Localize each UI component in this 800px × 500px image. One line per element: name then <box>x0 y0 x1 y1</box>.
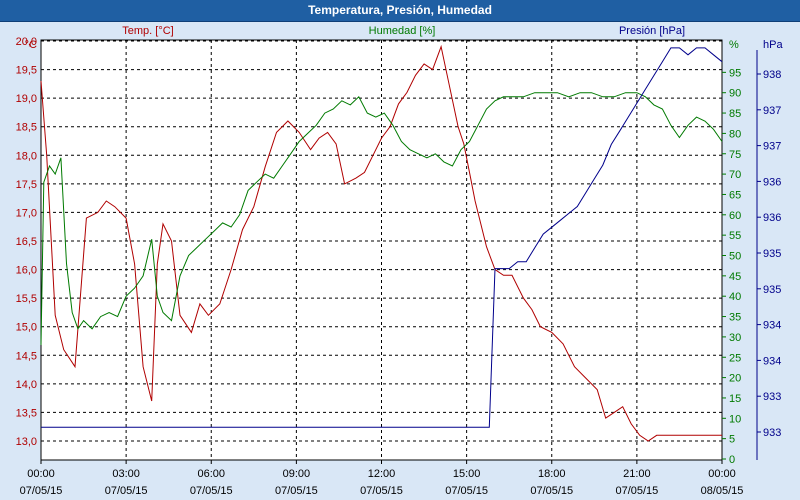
pressure-tick-label: 937 <box>763 141 781 153</box>
x-tick-label-date: 08/05/15 <box>701 485 744 497</box>
pressure-tick-label: 934 <box>763 320 781 332</box>
humidity-tick-label: 70 <box>729 169 741 181</box>
x-tick-label-time: 06:00 <box>197 468 225 480</box>
x-tick-label-time: 00:00 <box>27 468 55 480</box>
x-tick-label-date: 07/05/15 <box>530 485 573 497</box>
humidity-tick-label: 95 <box>729 67 741 79</box>
humidity-tick-label: 85 <box>729 108 741 120</box>
humidity-tick-label: 40 <box>729 291 741 303</box>
temperature-unit-label: °C <box>25 39 37 51</box>
pressure-tick-label: 936 <box>763 212 781 224</box>
temperature-tick-label: 19,5 <box>16 65 37 77</box>
x-tick-label-date: 07/05/15 <box>360 485 403 497</box>
temperature-tick-label: 18,5 <box>16 122 37 134</box>
temperature-tick-label: 13,5 <box>16 407 37 419</box>
pressure-unit-label: hPa <box>763 39 783 51</box>
temperature-axis-label: Temp. [°C] <box>122 25 173 37</box>
humidity-tick-label: 25 <box>729 352 741 364</box>
humidity-tick-label: 45 <box>729 271 741 283</box>
pressure-tick-label: 935 <box>763 284 781 296</box>
x-tick-label-date: 07/05/15 <box>190 485 233 497</box>
humidity-tick-label: 60 <box>729 210 741 222</box>
x-tick-label-time: 15:00 <box>453 468 481 480</box>
humidity-tick-label: 75 <box>729 149 741 161</box>
temperature-tick-label: 15,0 <box>16 322 37 334</box>
temperature-tick-label: 15,5 <box>16 293 37 305</box>
x-tick-label-date: 07/05/15 <box>445 485 488 497</box>
pressure-tick-label: 938 <box>763 69 781 81</box>
x-tick-label-time: 03:00 <box>112 468 140 480</box>
humidity-tick-label: 20 <box>729 373 741 385</box>
humidity-tick-label: 5 <box>729 434 735 446</box>
humidity-axis-label: Humedad [%] <box>369 25 436 37</box>
pressure-axis-label: Presión [hPa] <box>619 25 685 37</box>
humidity-tick-label: 35 <box>729 312 741 324</box>
humidity-tick-label: 80 <box>729 128 741 140</box>
pressure-tick-label: 935 <box>763 248 781 260</box>
pressure-tick-label: 936 <box>763 176 781 188</box>
temperature-tick-label: 14,5 <box>16 350 37 362</box>
humidity-tick-label: 65 <box>729 189 741 201</box>
temperature-tick-label: 19,0 <box>16 93 37 105</box>
x-tick-label-time: 18:00 <box>538 468 566 480</box>
x-tick-label-time: 00:00 <box>708 468 736 480</box>
pressure-tick-label: 934 <box>763 355 781 367</box>
weather-chart: 00:00 07/05/15 03:00 07/05/15 06:00 07/05/15 0… <box>16 25 784 497</box>
humidity-tick-label: 90 <box>729 88 741 100</box>
temperature-tick-label: 13,0 <box>16 436 37 448</box>
humidity-tick-label: 30 <box>729 332 741 344</box>
temperature-tick-label: 16,5 <box>16 236 37 248</box>
x-tick-label-date: 07/05/15 <box>275 485 318 497</box>
x-tick-label-time: 09:00 <box>283 468 311 480</box>
temperature-tick-label: 17,5 <box>16 179 37 191</box>
chart-window: Temperatura, Presión, Humedad 00:00 07/05… <box>0 0 800 500</box>
x-tick-label-date: 07/05/15 <box>20 485 63 497</box>
humidity-tick-label: 15 <box>729 393 741 405</box>
humidity-tick-label: 0 <box>729 454 735 466</box>
humidity-tick-label: 50 <box>729 251 741 263</box>
temperature-tick-label: 16,0 <box>16 265 37 277</box>
pressure-tick-label: 933 <box>763 427 781 439</box>
temperature-tick-label: 17,0 <box>16 207 37 219</box>
humidity-unit-label: % <box>729 39 739 51</box>
temperature-tick-label: 14,0 <box>16 379 37 391</box>
humidity-tick-label: 10 <box>729 413 741 425</box>
x-tick-label-time: 21:00 <box>623 468 651 480</box>
x-tick-label-date: 07/05/15 <box>105 485 148 497</box>
pressure-tick-label: 933 <box>763 391 781 403</box>
humidity-tick-label: 55 <box>729 230 741 242</box>
pressure-tick-label: 937 <box>763 105 781 117</box>
x-tick-label-time: 12:00 <box>368 468 396 480</box>
temperature-tick-label: 18,0 <box>16 150 37 162</box>
x-tick-label-date: 07/05/15 <box>615 485 658 497</box>
